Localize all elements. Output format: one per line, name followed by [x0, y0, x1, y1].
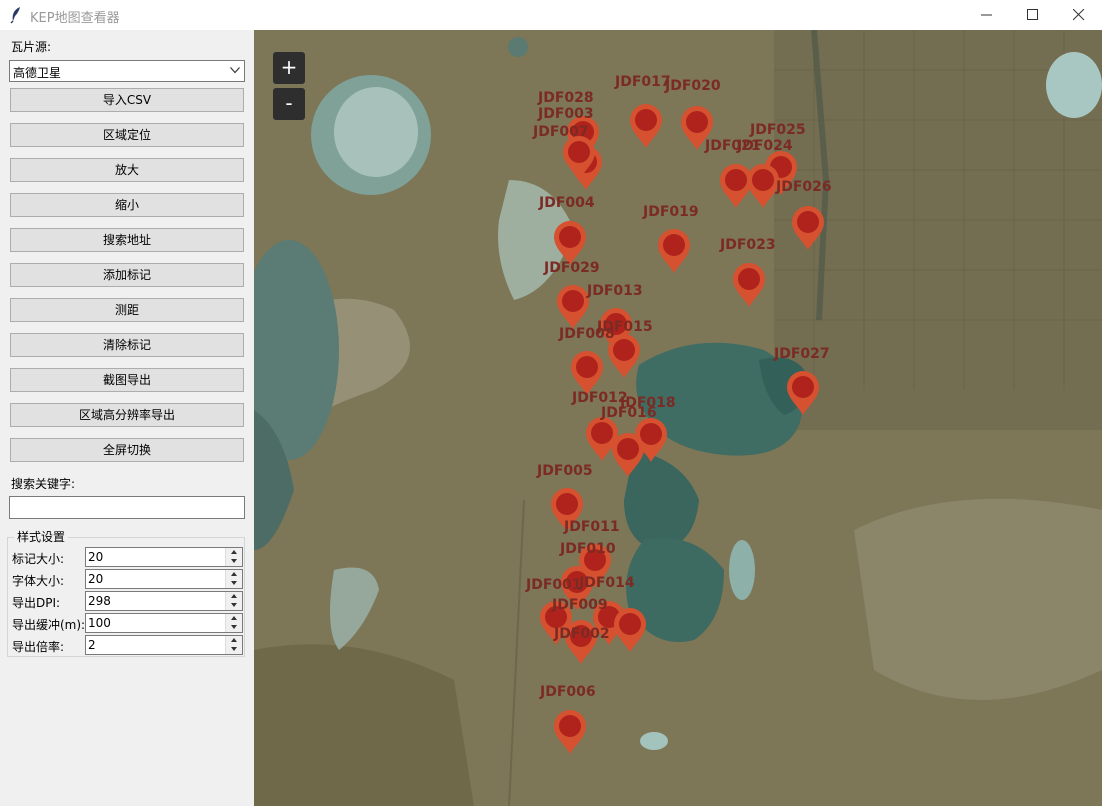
style-settings-title: 样式设置: [14, 528, 69, 545]
marker-size-spinbox[interactable]: 20: [85, 547, 243, 567]
export-buffer-label: 导出缓冲(m):: [12, 618, 86, 632]
zoom-in-button[interactable]: 放大: [10, 158, 244, 182]
minimize-button[interactable]: [964, 0, 1010, 30]
export-dpi-spinbox[interactable]: 298: [85, 591, 243, 611]
font-size-label: 字体大小:: [12, 574, 65, 588]
zoom-out-button[interactable]: 缩小: [10, 193, 244, 217]
title-bar: KEP地图查看器: [0, 0, 1102, 30]
spin-down-icon[interactable]: [226, 557, 242, 566]
export-dpi-label: 导出DPI:: [12, 596, 61, 610]
map-marker-label-jdf011: JDF011: [564, 519, 620, 535]
map-marker-icon-jdf007[interactable]: [561, 135, 597, 181]
spin-down-icon[interactable]: [226, 623, 242, 632]
clear-markers-button[interactable]: 清除标记: [10, 333, 244, 357]
map-marker-label-jdf008: JDF008: [559, 326, 615, 342]
export-scale-label: 导出倍率:: [12, 640, 65, 654]
map-marker-label-jdf004: JDF004: [539, 195, 595, 211]
map-marker-icon-jdf009[interactable]: [612, 607, 648, 653]
map-marker-label-jdf025: JDF025: [750, 122, 806, 138]
map-zoom-out-button[interactable]: -: [273, 88, 305, 120]
satellite-imagery: [254, 30, 1102, 806]
map-marker-label-jdf014: JDF014: [579, 575, 635, 591]
map-marker-label-jdf026: JDF026: [776, 179, 832, 195]
map-marker-label-jdf028: JDF028: [538, 90, 594, 106]
tile-source-select[interactable]: 高德卫星: [9, 60, 245, 82]
map-marker-label-jdf002: JDF002: [554, 626, 610, 642]
window-title: KEP地图查看器: [30, 11, 120, 26]
export-scale-spinbox[interactable]: 2: [85, 635, 243, 655]
screenshot-export-button[interactable]: 截图导出: [10, 368, 244, 392]
search-keyword-input[interactable]: [9, 496, 245, 519]
map-zoom-in-button[interactable]: +: [273, 52, 305, 84]
map-marker-label-jdf029: JDF029: [544, 260, 600, 276]
search-address-button[interactable]: 搜索地址: [10, 228, 244, 252]
map-marker-label-jdf003: JDF003: [538, 106, 594, 122]
maximize-icon: [1027, 9, 1038, 20]
import-csv-button[interactable]: 导入CSV: [10, 88, 244, 112]
map-marker-label-jdf001: JDF001: [526, 577, 582, 593]
minimize-icon: [981, 14, 992, 16]
feather-app-icon: [10, 7, 20, 24]
map-marker-icon-jdf019[interactable]: [656, 228, 692, 274]
map-marker-label-jdf019: JDF019: [643, 204, 699, 220]
map-marker-icon-jdf017[interactable]: [628, 103, 664, 149]
map-marker-label-jdf010: JDF010: [560, 541, 616, 557]
map-marker-label-jdf017: JDF017: [615, 74, 671, 90]
fullscreen-toggle-button[interactable]: 全屏切换: [10, 438, 244, 462]
tile-source-label: 瓦片源:: [11, 40, 52, 54]
map-marker-label-jdf013: JDF013: [587, 283, 643, 299]
region-locate-button[interactable]: 区域定位: [10, 123, 244, 147]
control-panel: 瓦片源: 高德卫星 导入CSV 区域定位 放大 缩小 搜索地址 添加标记 测距 …: [0, 30, 254, 806]
map-marker-icon-jdf029[interactable]: [555, 284, 591, 330]
map-marker-label-jdf016: JDF016: [601, 405, 657, 421]
map-marker-label-jdf005: JDF005: [537, 463, 593, 479]
map-marker-icon-jdf021[interactable]: [718, 163, 754, 209]
spin-down-icon[interactable]: [226, 645, 242, 654]
map-marker-icon-jdf016[interactable]: [610, 432, 646, 478]
spin-down-icon[interactable]: [226, 579, 242, 588]
tile-source-value: 高德卫星: [13, 66, 62, 80]
map-marker-icon-jdf023[interactable]: [731, 262, 767, 308]
map-marker-label-jdf027: JDF027: [774, 346, 830, 362]
close-button[interactable]: [1056, 0, 1102, 30]
chevron-down-icon: [230, 67, 240, 74]
spin-down-icon[interactable]: [226, 601, 242, 610]
map-marker-label-jdf007: JDF007: [533, 124, 589, 140]
font-size-spinbox[interactable]: 20: [85, 569, 243, 589]
map-marker-icon-jdf026[interactable]: [790, 205, 826, 251]
map-marker-label-jdf020: JDF020: [665, 78, 721, 94]
map-marker-label-jdf006: JDF006: [540, 684, 596, 700]
map-marker-icon-jdf006[interactable]: [552, 709, 588, 755]
export-buffer-spinbox[interactable]: 100: [85, 613, 243, 633]
measure-distance-button[interactable]: 测距: [10, 298, 244, 322]
search-keyword-label: 搜索关键字:: [11, 477, 76, 491]
marker-size-label: 标记大小:: [12, 552, 65, 566]
close-icon: [1073, 9, 1085, 21]
map-marker-label-jdf021: JDF021: [705, 138, 761, 154]
map-marker-label-jdf023: JDF023: [720, 237, 776, 253]
maximize-button[interactable]: [1010, 0, 1056, 30]
map-canvas[interactable]: + - JDF028 JDF003 JDF007 JDF017 JDF020 JDF025…: [254, 30, 1102, 806]
map-marker-label-jdf009: JDF009: [552, 597, 608, 613]
add-marker-button[interactable]: 添加标记: [10, 263, 244, 287]
map-marker-icon-jdf027[interactable]: [785, 370, 821, 416]
hires-export-button[interactable]: 区域高分辨率导出: [10, 403, 244, 427]
